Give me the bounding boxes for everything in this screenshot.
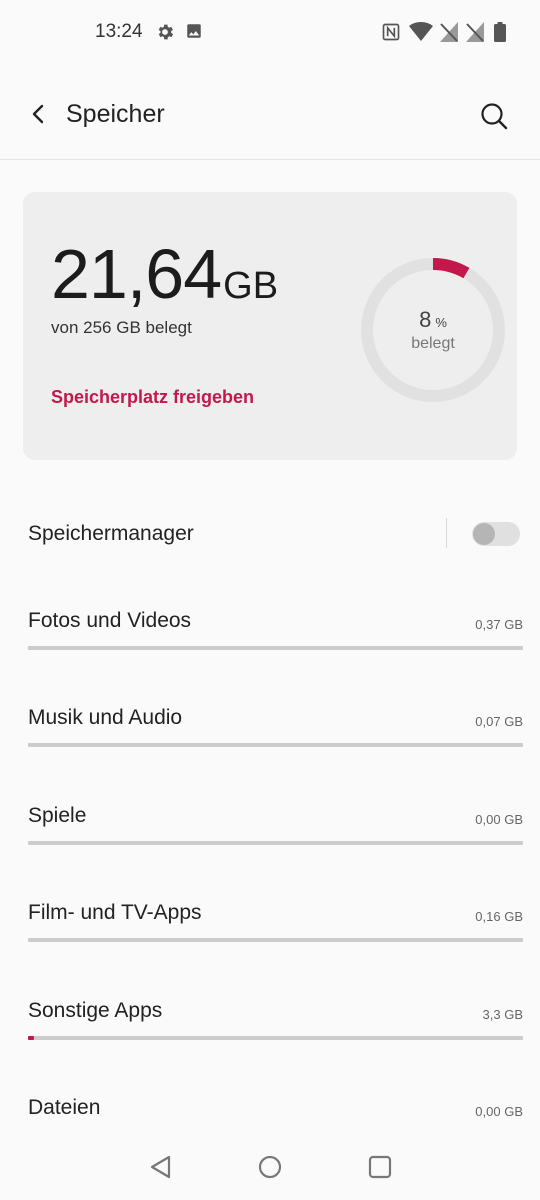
battery-icon (494, 22, 506, 42)
used-value: 21,64 (51, 235, 222, 313)
no-signal-icon (440, 22, 458, 42)
category-film-tv-apps[interactable]: Film- und TV-Apps 0,16 GB (28, 901, 523, 961)
category-usage-bar (28, 1036, 523, 1040)
percent-value: 8 (419, 307, 432, 332)
storage-manager-label: Speichermanager (28, 522, 194, 545)
category-size: 0,37 GB (475, 617, 523, 632)
percent-sign: % (435, 315, 447, 330)
nav-recents-icon[interactable] (366, 1153, 394, 1181)
storage-summary-card: 21,64 GB von 256 GB belegt Speicherplatz… (23, 192, 517, 460)
category-label: Film- und TV-Apps (28, 901, 202, 924)
used-unit: GB (223, 265, 279, 307)
storage-manager-row[interactable]: Speichermanager (0, 500, 540, 570)
category-size: 0,00 GB (475, 1104, 523, 1119)
divider (446, 518, 447, 548)
nav-back-icon[interactable] (147, 1153, 175, 1181)
used-amount: 21,64 GB (51, 234, 278, 314)
category-label: Spiele (28, 804, 87, 827)
free-up-storage-link[interactable]: Speicherplatz freigeben (51, 387, 254, 408)
category-label: Fotos und Videos (28, 609, 192, 632)
category-size: 0,00 GB (475, 812, 523, 827)
category-size: 3,3 GB (482, 1007, 523, 1022)
category-other-apps[interactable]: Sonstige Apps 3,3 GB (28, 999, 523, 1059)
nfc-icon (382, 23, 400, 41)
no-signal-icon (466, 22, 484, 42)
donut-center: 8% belegt (359, 256, 507, 404)
status-bar: 13:24 (0, 0, 540, 66)
wifi-icon (409, 22, 433, 41)
category-usage-bar (28, 938, 523, 942)
category-size: 0,16 GB (475, 909, 523, 924)
status-time: 13:24 (95, 21, 143, 42)
nav-home-icon[interactable] (256, 1153, 284, 1181)
used-of-total: von 256 GB belegt (51, 318, 192, 337)
category-label: Musik und Audio (28, 706, 183, 729)
image-icon (187, 24, 201, 38)
category-label: Sonstige Apps (28, 999, 163, 1022)
back-arrow-icon[interactable] (20, 96, 56, 132)
percent-label: belegt (411, 335, 455, 352)
category-usage-bar (28, 841, 523, 845)
system-nav-bar (0, 1135, 540, 1200)
search-icon[interactable] (474, 96, 514, 136)
page-title: Speicher (66, 100, 165, 128)
category-usage-bar (28, 743, 523, 747)
toggle-thumb (473, 523, 495, 545)
category-photos-videos[interactable]: Fotos und Videos 0,37 GB (28, 609, 523, 669)
app-bar: Speicher (0, 66, 540, 160)
category-usage-bar (28, 646, 523, 650)
category-usage-fill (28, 1036, 35, 1040)
percent-used: 8% (419, 307, 447, 333)
gear-icon (158, 24, 174, 40)
category-games[interactable]: Spiele 0,00 GB (28, 804, 523, 864)
category-label: Dateien (28, 1096, 101, 1119)
category-music-audio[interactable]: Musik und Audio 0,07 GB (28, 706, 523, 766)
category-size: 0,07 GB (475, 714, 523, 729)
